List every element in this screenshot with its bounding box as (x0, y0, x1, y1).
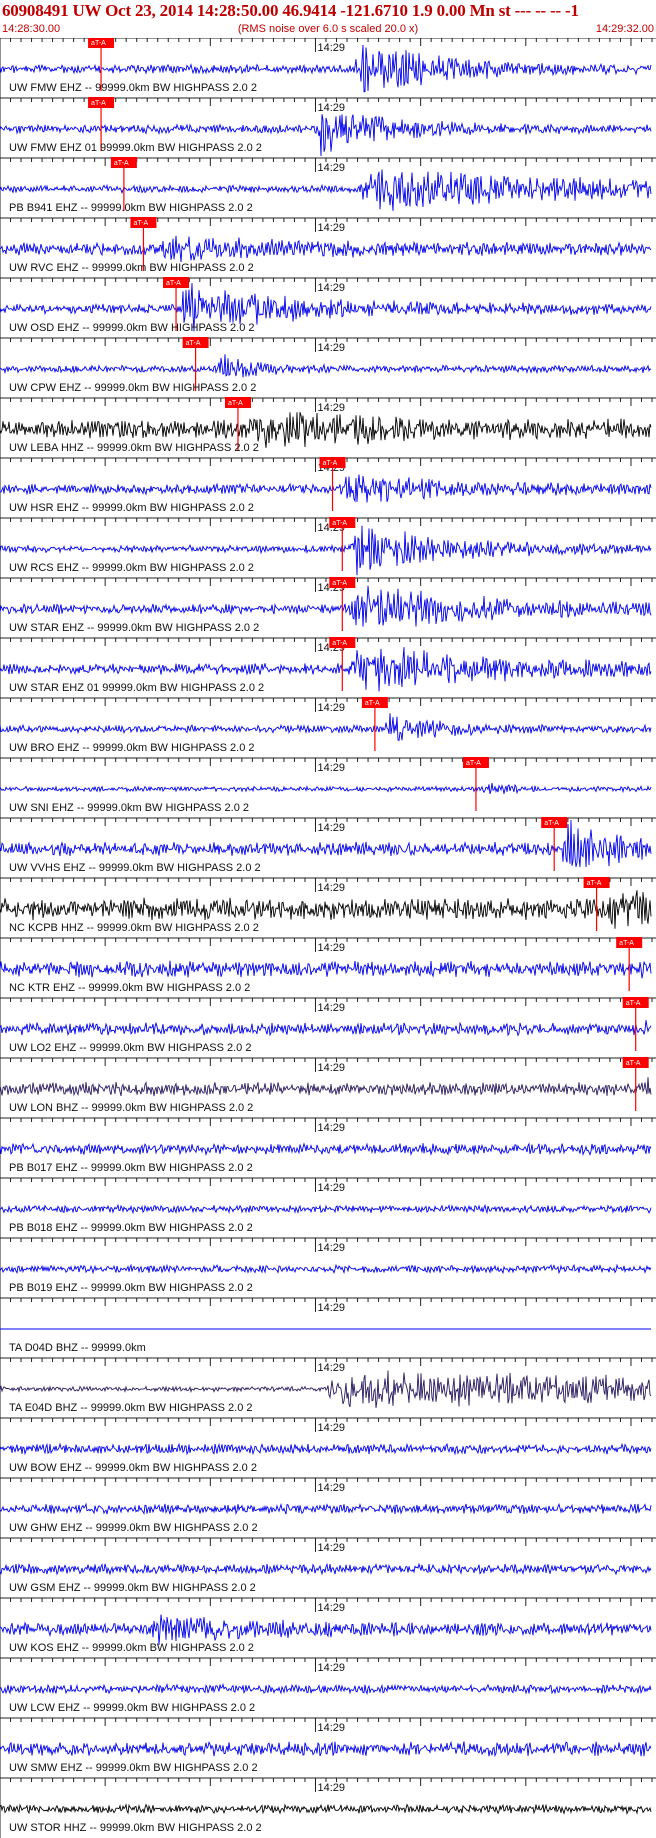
pick-label: aT-A (466, 760, 481, 767)
waveform-trace (0, 960, 652, 979)
waveform-trace (0, 354, 652, 378)
waveform-trace (0, 1263, 652, 1275)
minute-label: 14:29 (317, 1362, 345, 1374)
pick-label: aT-A (91, 100, 106, 107)
trace-label: UW LO2 EHZ -- 99999.0km BW HIGHPASS 2.0 … (9, 1042, 251, 1054)
trace-label: UW KOS EHZ -- 99999.0km BW HIGHPASS 2.0 … (9, 1642, 254, 1654)
pick-label: aT-A (166, 280, 181, 287)
seismogram-panel: 14:29 aT-A UW FMW EHZ -- 99999.0km BW HIGH… (0, 37, 656, 1838)
pick-label: aT-A (228, 400, 243, 407)
waveform-trace (0, 1077, 652, 1097)
pick-label: aT-A (332, 520, 347, 527)
trace-label: UW GSM EHZ -- 99999.0km BW HIGHPASS 2.0 … (9, 1582, 256, 1594)
trace-label: TA D04D BHZ -- 99999.0km (9, 1342, 146, 1354)
trace-label: UW HSR EHZ -- 99999.0km BW HIGHPASS 2.0 … (9, 502, 254, 514)
pick-label: aT-A (587, 880, 602, 887)
minute-label: 14:29 (317, 1602, 345, 1614)
pick-label: aT-A (332, 580, 347, 587)
trace-label: UW OSD EHZ -- 99999.0km BW HIGHPASS 2.0 … (9, 322, 255, 334)
waveform-trace (0, 1562, 652, 1576)
scale-note: (RMS noise over 6.0 s scaled 20.0 x) (237, 23, 419, 35)
trace-label: UW SNI EHZ -- 99999.0km BW HIGHPASS 2.0 … (9, 802, 249, 814)
minute-label: 14:29 (317, 1542, 345, 1554)
trace-label: PB B017 EHZ -- 99999.0km BW HIGHPASS 2.0… (9, 1162, 253, 1174)
trace-label: UW BRO EHZ -- 99999.0km BW HIGHPASS 2.0 … (9, 742, 255, 754)
trace-label: UW VVHS EHZ -- 99999.0km BW HIGHPASS 2.0… (9, 862, 261, 874)
minute-label: 14:29 (317, 162, 345, 174)
pick-label: aT-A (626, 1000, 641, 1007)
trace-label: UW LON BHZ -- 99999.0km BW HIGHPASS 2.0 … (9, 1102, 253, 1114)
trace-label: UW LCW EHZ -- 99999.0km BW HIGHPASS 2.0 … (9, 1702, 255, 1714)
pick-label: aT-A (186, 340, 201, 347)
trace-label: UW BOW EHZ -- 99999.0km BW HIGHPASS 2.0 … (9, 1462, 257, 1474)
minute-label: 14:29 (317, 42, 345, 54)
minute-label: 14:29 (317, 1302, 345, 1314)
waveform-trace (0, 1614, 652, 1645)
minute-label: 14:29 (317, 1482, 345, 1494)
minute-label: 14:29 (317, 702, 345, 714)
trace-label: UW STAR EHZ -- 99999.0km BW HIGHPASS 2.0… (9, 622, 259, 634)
waveform-trace (0, 1142, 652, 1157)
minute-label: 14:29 (317, 1662, 345, 1674)
waveform-trace (0, 1803, 652, 1815)
pick-label: aT-A (365, 700, 380, 707)
event-title: 60908491 UW Oct 23, 2014 14:28:50.00 46.… (2, 1, 579, 20)
trace-label: NC KTR EHZ -- 99999.0km BW HIGHPASS 2.0 … (9, 982, 250, 994)
minute-label: 14:29 (317, 1782, 345, 1794)
trace-label: UW GHW EHZ -- 99999.0km BW HIGHPASS 2.0 … (9, 1522, 258, 1534)
trace-label: UW LEBA HHZ -- 99999.0km BW HIGHPASS 2.0… (9, 442, 259, 454)
pick-label: aT-A (619, 940, 634, 947)
minute-label: 14:29 (317, 1122, 345, 1134)
waveform-trace (0, 1502, 652, 1516)
waveform-trace (0, 1020, 652, 1037)
trace-label: PB B019 EHZ -- 99999.0km BW HIGHPASS 2.0… (9, 1282, 253, 1294)
plot-header: 60908491 UW Oct 23, 2014 14:28:50.00 46.… (0, 0, 656, 38)
trace-label: UW STOR HHZ -- 99999.0km BW HIGHPASS 2.0… (9, 1822, 262, 1834)
trace-label: UW RVC EHZ -- 99999.0km BW HIGHPASS 2.0 … (9, 262, 254, 274)
pick-label: aT-A (91, 40, 106, 47)
minute-label: 14:29 (317, 402, 345, 414)
pick-label: aT-A (323, 460, 338, 467)
trace-label: PB B941 EHZ -- 99999.0km BW HIGHPASS 2.0… (9, 202, 253, 214)
trace-label: UW FMW EHZ -- 99999.0km BW HIGHPASS 2.0 … (9, 82, 257, 94)
trace-label: TA E04D BHZ -- 99999.0km BW HIGHPASS 2.0… (9, 1402, 253, 1414)
waveform-trace (0, 782, 652, 795)
minute-label: 14:29 (317, 102, 345, 114)
waveform-trace (0, 235, 652, 263)
pick-label: aT-A (626, 1060, 641, 1067)
minute-label: 14:29 (317, 1062, 345, 1074)
waveform-trace (0, 713, 652, 742)
waveform-trace (0, 1740, 652, 1758)
trace-label: UW STAR EHZ 01 99999.0km BW HIGHPASS 2.0… (9, 682, 264, 694)
pick-label: aT-A (332, 640, 347, 647)
end-time-label: 14:29:32.00 (595, 23, 654, 35)
minute-label: 14:29 (317, 822, 345, 834)
trace-label: UW RCS EHZ -- 99999.0km BW HIGHPASS 2.0 … (9, 562, 254, 574)
trace-label: UW CPW EHZ -- 99999.0km BW HIGHPASS 2.0 … (9, 382, 256, 394)
pick-label: aT-A (133, 220, 148, 227)
trace-label: UW FMW EHZ 01 99999.0km BW HIGHPASS 2.0 … (9, 142, 262, 154)
trace-label: UW SMW EHZ -- 99999.0km BW HIGHPASS 2.0 … (9, 1762, 258, 1774)
pick-label: aT-A (544, 820, 559, 827)
minute-label: 14:29 (317, 1002, 345, 1014)
minute-label: 14:29 (317, 1722, 345, 1734)
minute-label: 14:29 (317, 1422, 345, 1434)
minute-label: 14:29 (317, 282, 345, 294)
minute-label: 14:29 (317, 342, 345, 354)
waveform-trace (0, 1203, 652, 1215)
minute-label: 14:29 (317, 762, 345, 774)
waveform-trace (0, 1442, 652, 1456)
trace-label: PB B018 EHZ -- 99999.0km BW HIGHPASS 2.0… (9, 1222, 253, 1234)
minute-label: 14:29 (317, 1242, 345, 1254)
minute-label: 14:29 (317, 222, 345, 234)
pick-label: aT-A (114, 160, 129, 167)
minute-label: 14:29 (317, 942, 345, 954)
waveform-trace (0, 474, 652, 503)
trace-label: NC KCPB HHZ -- 99999.0km BW HIGHPASS 2.0… (9, 922, 259, 934)
waveform-trace (0, 1682, 652, 1696)
minute-label: 14:29 (317, 882, 345, 894)
minute-label: 14:29 (317, 1182, 345, 1194)
